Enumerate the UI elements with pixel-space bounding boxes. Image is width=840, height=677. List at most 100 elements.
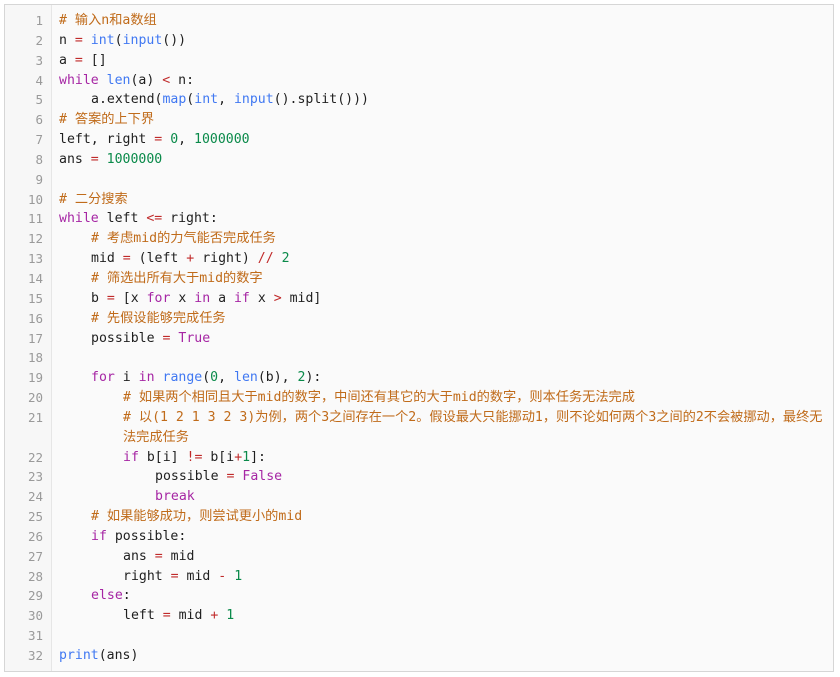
operator-token: = <box>90 151 99 167</box>
code-line[interactable]: 19 for i in range(0, len(b), 2): <box>5 368 833 388</box>
builtin-token: input <box>122 32 163 48</box>
code-line[interactable]: 14 # 筛选出所有大于mid的数字 <box>5 269 833 289</box>
comment-token: # 以(1 2 1 3 2 3)为例，两个3之间存在一个2。假设最大只能挪动1，… <box>123 409 823 445</box>
builtin-token: len <box>234 370 258 386</box>
code-token: n: <box>170 72 195 88</box>
line-number: 12 <box>27 231 43 247</box>
code-line[interactable]: 32 print(ans) <box>5 646 833 666</box>
code-line[interactable]: 23 possible = False <box>5 467 833 487</box>
builtin-token: print <box>59 648 99 663</box>
line-number: 6 <box>35 112 43 128</box>
keyword-token: if <box>233 290 250 306</box>
code-token: left, right <box>59 132 155 148</box>
keyword-token: False <box>242 469 283 485</box>
code-text: # 考虑mid的力气能否完成任务 <box>59 229 833 249</box>
code-line[interactable]: 10 # 二分搜索 <box>5 190 833 210</box>
code-text: while left <= right: <box>59 209 819 229</box>
code-text: a.extend(map(int, input().split())) <box>59 90 833 110</box>
code-line[interactable]: 30 left = mid + 1 <box>5 606 833 626</box>
code-line[interactable]: 2n = int(input()) <box>5 31 833 51</box>
number-token: 0 <box>170 132 179 148</box>
code-line[interactable]: 3a = [] <box>5 51 833 71</box>
code-line[interactable]: 7 left, right = 0, 1000000 <box>5 130 833 150</box>
line-number: 30 <box>27 608 43 624</box>
line-number: 22 <box>27 449 43 465</box>
code-token: mid <box>170 608 211 624</box>
code-line[interactable]: 8 ans = 1000000 <box>5 150 833 170</box>
code-token: ans <box>59 151 91 167</box>
code-token: n <box>59 32 75 48</box>
code-text: for i in range(0, len(b), 2): <box>59 368 833 388</box>
operator-token: > <box>273 290 282 306</box>
code-editor[interactable]: 1 # 输入n和a数组 2 n = int(input()) 3 a = [] 4 while… <box>4 4 834 672</box>
code-line[interactable]: 15 b = [x for x in a if x > mid] <box>5 289 833 309</box>
number-token: 1000000 <box>194 132 250 148</box>
line-number: 20 <box>27 390 43 406</box>
code-text: n = int(input()) <box>59 31 819 51</box>
line-number: 7 <box>35 132 43 148</box>
code-line[interactable]: 25 # 如果能够成功，则尝试更小的mid <box>5 507 833 527</box>
code-line[interactable]: 22 if b[i] != b[i+1]: <box>5 448 833 468</box>
comment-token: # 输入n和a数组 <box>59 13 157 28</box>
keyword-token: for <box>91 370 115 386</box>
line-number: 18 <box>27 350 43 366</box>
code-lines: 1 # 输入n和a数组 2 n = int(input()) 3 a = [] 4 while… <box>5 11 833 666</box>
code-line[interactable]: 13 mid = (left + right) // 2 <box>5 249 833 269</box>
code-token: ]: <box>250 449 266 465</box>
code-line[interactable]: 20 # 如果两个相同且大于mid的数字，中间还有其它的大于mid的数字，则本任务… <box>5 388 833 408</box>
code-line[interactable]: 27 ans = mid <box>5 547 833 567</box>
code-line[interactable]: 18 <box>5 348 833 368</box>
code-line[interactable]: 5 a.extend(map(int, input().split())) <box>5 90 833 110</box>
code-text: # 如果能够成功，则尝试更小的mid <box>59 507 833 527</box>
code-text: # 答案的上下界 <box>59 110 819 130</box>
code-text: if b[i] != b[i+1]: <box>59 448 833 468</box>
code-line[interactable]: 31 <box>5 626 833 646</box>
code-token: a <box>59 52 75 68</box>
code-token: left <box>98 211 147 227</box>
code-line[interactable]: 11 while left <= right: <box>5 209 833 229</box>
code-line[interactable]: 21 # 以(1 2 1 3 2 3)为例，两个3之间存在一个2。假设最大只能挪动… <box>5 408 833 448</box>
code-line[interactable]: 29 else: <box>5 586 833 606</box>
keyword-token: in <box>138 370 155 386</box>
code-text: print(ans) <box>59 646 819 666</box>
code-token: mid <box>178 568 219 584</box>
operator-token: = <box>74 32 83 48</box>
keyword-token: True <box>178 330 211 346</box>
code-text: break <box>59 487 833 507</box>
keyword-token: if <box>123 449 139 465</box>
code-token: b <box>91 290 107 306</box>
comment-token: # 筛选出所有大于mid的数字 <box>91 270 263 286</box>
line-number: 23 <box>27 469 43 485</box>
code-token: right: <box>162 211 218 227</box>
operator-token: = <box>154 548 163 564</box>
code-token: mid <box>162 548 195 564</box>
line-number: 31 <box>27 628 43 644</box>
line-number: 32 <box>27 648 43 663</box>
code-line[interactable]: 6 # 答案的上下界 <box>5 110 833 130</box>
code-line[interactable]: 12 # 考虑mid的力气能否完成任务 <box>5 229 833 249</box>
code-line[interactable]: 16 # 先假设能够完成任务 <box>5 309 833 329</box>
code-line[interactable]: 9 <box>5 170 833 190</box>
code-line[interactable]: 26 if possible: <box>5 527 833 547</box>
code-line[interactable]: 17 possible = True <box>5 329 833 349</box>
keyword-token: for <box>146 290 171 306</box>
line-number: 1 <box>35 13 43 28</box>
code-line[interactable]: 1 # 输入n和a数组 <box>5 11 833 31</box>
code-text: # 以(1 2 1 3 2 3)为例，两个3之间存在一个2。假设最大只能挪动1，… <box>59 408 833 448</box>
code-line[interactable]: 28 right = mid - 1 <box>5 567 833 587</box>
number-token: 1 <box>242 449 251 465</box>
code-token: , <box>178 132 195 148</box>
code-line[interactable]: 4 while len(a) < n: <box>5 71 833 91</box>
comment-token: # 先假设能够完成任务 <box>91 310 226 326</box>
code-line[interactable]: 24 break <box>5 487 833 507</box>
code-token: b[i <box>202 449 235 465</box>
code-text: # 筛选出所有大于mid的数字 <box>59 269 833 289</box>
